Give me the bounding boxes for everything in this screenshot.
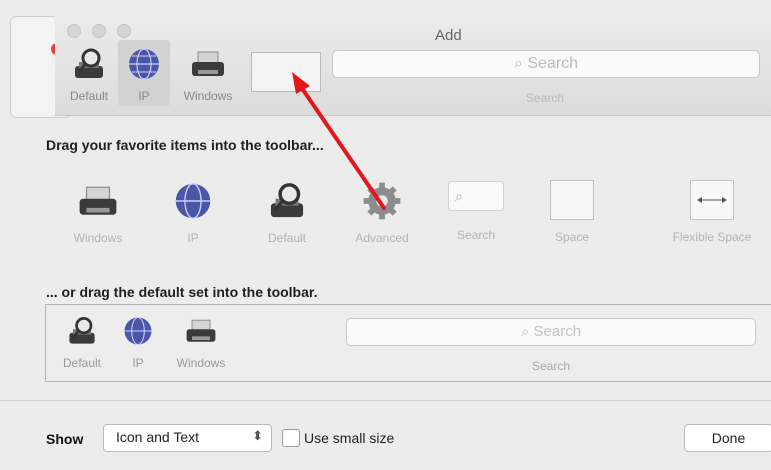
annotation-arrow: [292, 72, 386, 210]
customize-toolbar-sheet: Add Default IP Windows ⌕ Search Search D…: [0, 0, 771, 470]
